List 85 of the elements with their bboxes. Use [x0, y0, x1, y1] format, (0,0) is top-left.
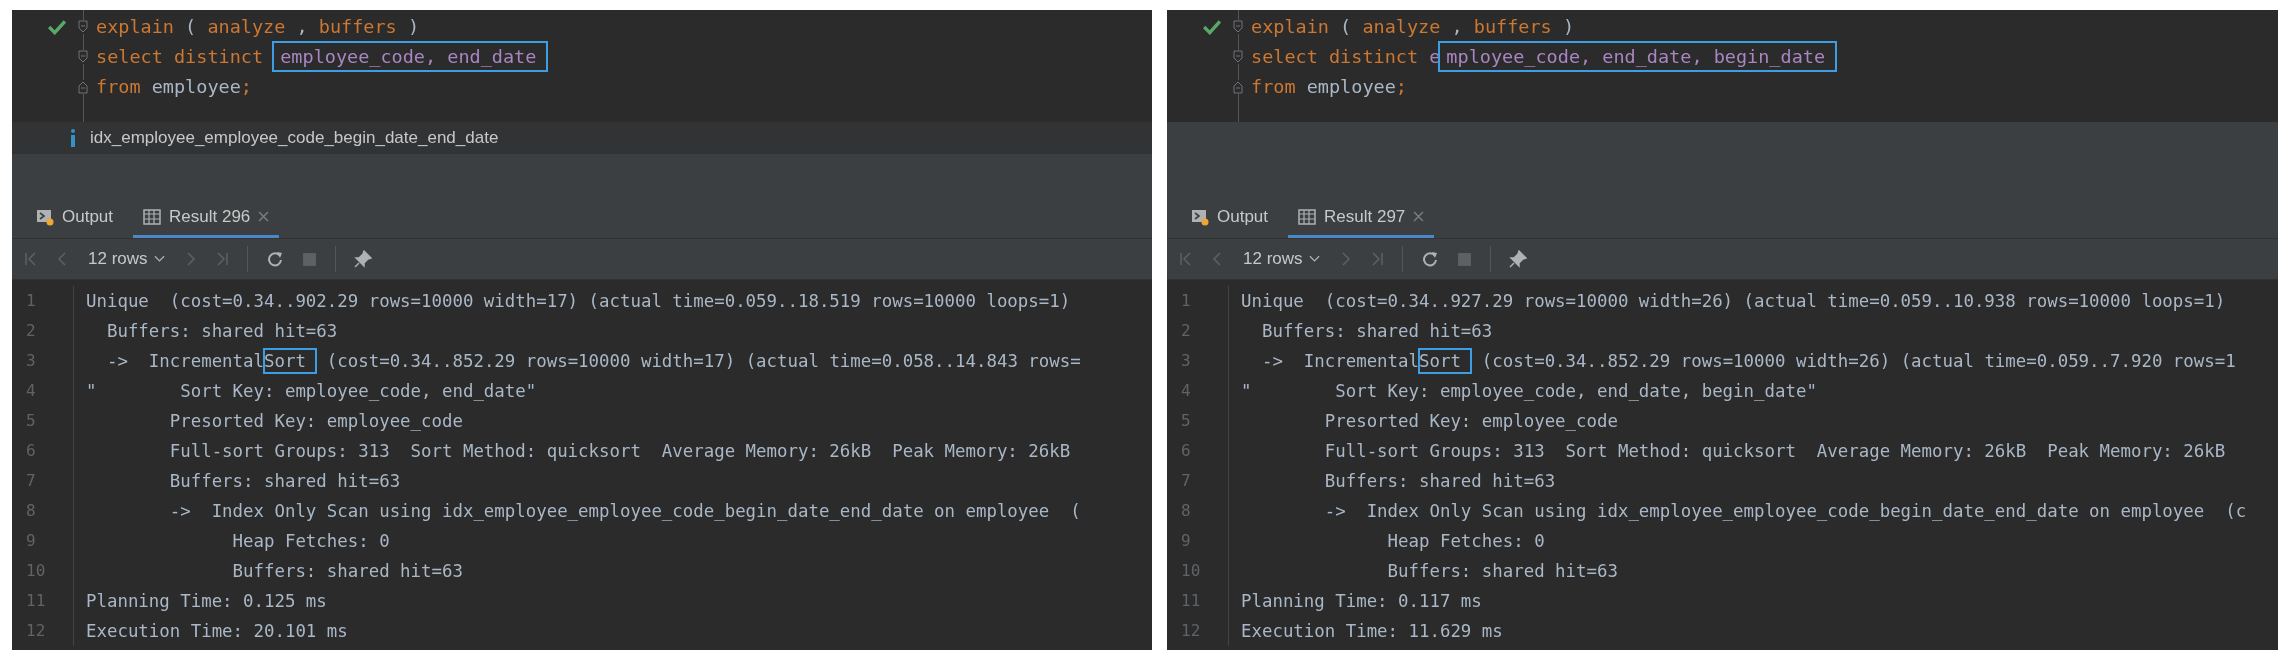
check-icon	[48, 19, 66, 35]
stop-icon[interactable]	[1456, 251, 1472, 267]
result-line: Execution Time: 20.101 ms	[85, 621, 348, 641]
tab[interactable]: Output	[1181, 198, 1279, 238]
tab[interactable]: Output	[26, 198, 124, 238]
close-icon[interactable]	[1413, 211, 1425, 222]
result-line: Execution Time: 11.629 ms	[1240, 621, 1503, 641]
result-line: Full-sort Groups: 313 Sort Method: quicksort Average Memory: 26kB Peak Memory: 26kB	[168, 441, 1071, 461]
line-number: 3	[12, 346, 74, 376]
table-icon	[1298, 208, 1317, 225]
line-number: 6	[1167, 436, 1229, 466]
result-line: Presorted Key: employee_code	[168, 411, 463, 431]
table-icon	[143, 208, 162, 225]
last-page-icon[interactable]	[214, 252, 229, 266]
line-number: 8	[12, 496, 74, 526]
line-number: 11	[1167, 586, 1229, 616]
fold-marker-icon[interactable]	[1233, 50, 1243, 64]
result-line: Buffers: shared hit=63	[1260, 321, 1493, 341]
close-icon[interactable]	[258, 211, 270, 222]
result-line: Heap Fetches: 0	[231, 531, 390, 551]
result-line: -> IncrementalSort (cost=0.34..852.29 rows=10000 width=17) (actual time=0.058..14.843 rows=	[74, 351, 1081, 371]
console-icon	[36, 207, 54, 226]
line-number: 4	[1167, 376, 1229, 406]
result-line: Full-sort Groups: 313 Sort Method: quicksort Average Memory: 26kB Peak Memory: 26kB	[1323, 441, 2226, 461]
console-icon	[1191, 207, 1209, 226]
result-line: Buffers: shared hit=63	[1323, 471, 1556, 491]
code-line: explain ( analyze , buffers )	[96, 15, 421, 39]
fold-marker-icon[interactable]	[1233, 20, 1243, 34]
line-number: 8	[1167, 496, 1229, 526]
result-line: Buffers: shared hit=63	[105, 321, 338, 341]
info-icon	[68, 128, 78, 148]
line-number: 10	[1167, 556, 1229, 586]
first-page-icon[interactable]	[1179, 252, 1193, 266]
line-number: 7	[1167, 466, 1229, 496]
line-number: 1	[1167, 286, 1229, 316]
result-line: Unique (cost=0.34..902.29 rows=10000 width=17) (actual time=0.059..18.519 rows=10000 loops=1)	[85, 291, 1071, 311]
line-number: 5	[1167, 406, 1229, 436]
code-line: from employee;	[1251, 75, 1408, 99]
stop-icon[interactable]	[301, 251, 317, 267]
refresh-icon[interactable]	[265, 250, 284, 268]
first-page-icon[interactable]	[24, 252, 38, 266]
line-number: 7	[12, 466, 74, 496]
line-number: 6	[12, 436, 74, 466]
result-line: Planning Time: 0.117 ms	[1240, 591, 1482, 611]
result-line: " Sort Key: employee_code, end_date, begin_date"	[1240, 381, 1817, 401]
line-number: 3	[1167, 346, 1229, 376]
result-line: -> IncrementalSort (cost=0.34..852.29 rows=10000 width=26) (actual time=0.059..7.920 rows=1	[1229, 351, 2236, 371]
result-line: Presorted Key: employee_code	[1323, 411, 1618, 431]
line-number: 2	[12, 316, 74, 346]
line-number: 9	[12, 526, 74, 556]
result-line: Heap Fetches: 0	[1386, 531, 1545, 551]
line-number: 10	[12, 556, 74, 586]
line-number: 12	[12, 616, 74, 646]
line-number: 2	[1167, 316, 1229, 346]
fold-marker-icon[interactable]	[78, 50, 88, 64]
result-line: Buffers: shared hit=63	[1386, 561, 1618, 581]
pin-icon[interactable]	[353, 250, 372, 268]
fold-marker-icon[interactable]	[78, 20, 88, 34]
result-line: -> Index Only Scan using idx_employee_employee_code_begin_date_end_date on employee (	[168, 501, 1081, 521]
page-size-dropdown[interactable]: 12 rows	[1243, 249, 1320, 269]
last-page-icon[interactable]	[1369, 252, 1384, 266]
line-number: 4	[12, 376, 74, 406]
line-number: 12	[1167, 616, 1229, 646]
code-line: explain ( analyze , buffers )	[1251, 15, 1576, 39]
code-line: select distinct employee_code, end_date	[96, 42, 547, 72]
check-icon	[1203, 19, 1221, 35]
line-number: 5	[12, 406, 74, 436]
result-line: Buffers: shared hit=63	[168, 471, 401, 491]
line-number: 9	[1167, 526, 1229, 556]
page-size-dropdown[interactable]: 12 rows	[88, 249, 165, 269]
result-line: Buffers: shared hit=63	[231, 561, 463, 581]
result-line: Unique (cost=0.34..927.29 rows=10000 width=26) (actual time=0.059..10.938 rows=10000 loops=1)	[1240, 291, 2226, 311]
fold-marker-icon[interactable]	[1233, 80, 1243, 94]
line-number: 11	[12, 586, 74, 616]
hint-text: idx_employee_employee_code_begin_date_end_date	[90, 128, 499, 148]
fold-marker-icon[interactable]	[78, 80, 88, 94]
line-number: 1	[12, 286, 74, 316]
result-line: -> Index Only Scan using idx_employee_employee_code_begin_date_end_date on employee (c	[1323, 501, 2247, 521]
result-line: " Sort Key: employee_code, end_date"	[85, 381, 537, 401]
pin-icon[interactable]	[1508, 250, 1527, 268]
refresh-icon[interactable]	[1420, 250, 1439, 268]
code-line: from employee;	[96, 75, 253, 99]
chevron-down-icon	[1308, 255, 1320, 263]
result-line: Planning Time: 0.125 ms	[85, 591, 327, 611]
chevron-down-icon	[153, 255, 165, 263]
